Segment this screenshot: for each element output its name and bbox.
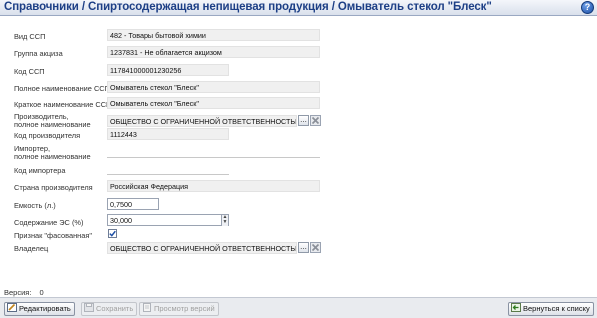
edit-button-label: Редактировать: [19, 304, 71, 313]
edit-button[interactable]: Редактировать: [4, 302, 75, 316]
gruppa-akciza-field: 1237831 - Не облагается акцизом: [107, 46, 320, 58]
pencil-icon: [7, 303, 17, 312]
packaged-checkbox[interactable]: [108, 229, 117, 238]
owner-clear-button[interactable]: [310, 242, 321, 253]
owner-lookup-button[interactable]: ...: [298, 242, 309, 253]
page-title: Справочники / Спиртосодержащая непищевая…: [4, 1, 492, 13]
short-name-label: Краткое наименование ССП: [14, 100, 112, 109]
producer-clear-button[interactable]: [310, 115, 321, 126]
spin-down-icon[interactable]: ▼: [222, 220, 228, 225]
importer-label-line2: полное наименование: [14, 152, 91, 161]
version-value: 0: [39, 288, 44, 297]
view-versions-button[interactable]: Просмотр версий: [139, 302, 219, 316]
capacity-input[interactable]: 0,7500: [107, 198, 159, 210]
producer-code-field: 1112443: [107, 128, 229, 140]
document-icon: [143, 303, 151, 312]
product-form: Вид ССП 482 - Товары бытовой химии Групп…: [0, 17, 597, 287]
es-content-label: Содержание ЭС (%): [14, 218, 84, 227]
back-to-list-button-label: Вернуться к списку: [523, 304, 590, 313]
version-label: Версия:: [4, 288, 32, 297]
es-content-input[interactable]: 30,000: [107, 214, 229, 226]
help-icon[interactable]: ?: [581, 1, 594, 14]
importer-code-field: [107, 163, 229, 175]
save-button[interactable]: Сохранить: [81, 302, 138, 316]
clear-x-icon: [311, 116, 320, 125]
clear-x-icon: [311, 243, 320, 252]
producer-lookup-button[interactable]: ...: [298, 115, 309, 126]
title-bar: Справочники / Спиртосодержащая непищевая…: [0, 0, 597, 16]
owner-field: ОБЩЕСТВО С ОГРАНИЧЕННОЙ ОТВЕТСТВЕННОСТЬЮ…: [107, 242, 297, 254]
owner-label: Владелец: [14, 244, 49, 253]
full-name-field: Омыватель стекол "Блеск": [107, 81, 320, 93]
importer-code-label: Код импортера: [14, 166, 66, 175]
producer-label-line2: полное наименование: [14, 120, 91, 129]
back-to-list-button[interactable]: Вернуться к списку: [508, 302, 594, 316]
floppy-icon: [84, 303, 94, 312]
country-field: Российская Федерация: [107, 180, 320, 192]
packaged-label: Признак "фасованная": [14, 231, 92, 240]
producer-field: ОБЩЕСТВО С ОГРАНИЧЕННОЙ ОТВЕТСТВЕННОСТЬЮ…: [107, 115, 297, 127]
version-info: Версия: 0: [4, 288, 44, 297]
importer-field: [107, 146, 320, 158]
view-versions-button-label: Просмотр версий: [154, 304, 215, 313]
vid-ssp-field: 482 - Товары бытовой химии: [107, 29, 320, 41]
short-name-field: Омыватель стекол "Блеск": [107, 97, 320, 109]
full-name-label: Полное наименование ССП: [14, 84, 110, 93]
footer-toolbar: Редактировать Сохранить Просмотр версий …: [0, 297, 597, 318]
es-content-stepper[interactable]: ▲ ▼: [221, 215, 228, 226]
kod-ssp-label: Код ССП: [14, 67, 45, 76]
back-arrow-icon: [511, 303, 521, 312]
kod-ssp-field: 117841000001230256: [107, 64, 229, 76]
capacity-label: Емкость (л.): [14, 201, 56, 210]
save-button-label: Сохранить: [96, 304, 134, 313]
gruppa-akciza-label: Группа акциза: [14, 49, 63, 58]
producer-code-label: Код производителя: [14, 131, 81, 140]
checkmark-icon: [109, 230, 116, 237]
vid-ssp-label: Вид ССП: [14, 32, 46, 41]
country-label: Страна производителя: [14, 183, 93, 192]
